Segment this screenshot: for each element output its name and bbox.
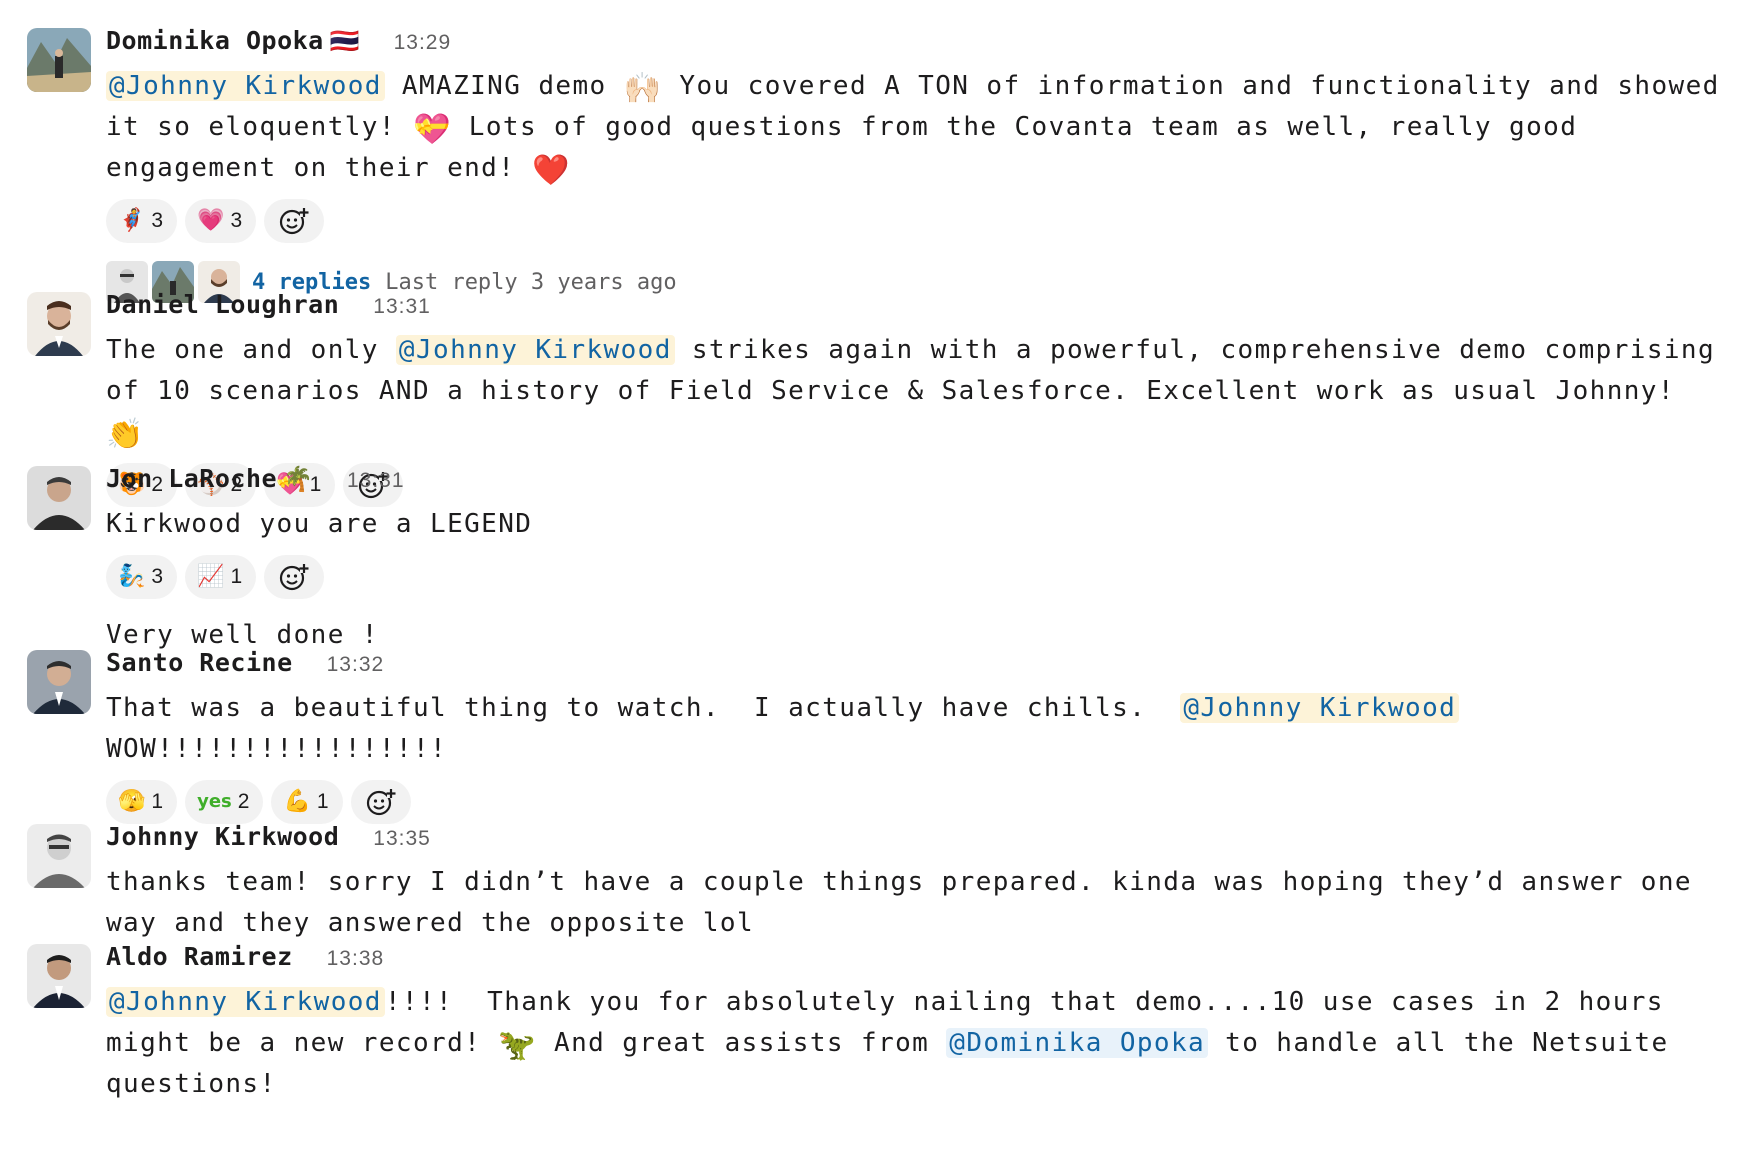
status-emoji-flag-icon: 🇹🇭 (329, 27, 360, 55)
author-name[interactable]: Aldo Ramirez (106, 942, 293, 971)
message-text: The one and only @Johnny Kirkwood strike… (106, 335, 1733, 452)
timestamp[interactable]: 13:29 (394, 31, 452, 55)
add-reaction-button[interactable] (264, 199, 325, 243)
superhero-emoji-icon: 🦸 (118, 208, 146, 233)
author-name[interactable]: Jon LaRoche (106, 464, 277, 493)
reaction-pill[interactable]: 🦸 3 (106, 199, 178, 243)
clapping-hands-emoji-icon: 👏 (106, 417, 145, 452)
reaction-pill[interactable]: 💪 1 (271, 780, 343, 824)
user-mention[interactable]: @Johnny Kirkwood (1180, 693, 1460, 723)
avatar[interactable] (27, 466, 91, 530)
add-emoji-icon (366, 789, 396, 816)
message-text: thanks team! sorry I didn’t have a coupl… (106, 867, 1710, 938)
status-emoji-palm-icon: 🌴 (283, 465, 313, 493)
reaction-pill[interactable]: 💗 3 (185, 199, 257, 243)
author-name[interactable]: Johnny Kirkwood (106, 822, 339, 851)
reaction-pill[interactable]: 🫣 1 (106, 780, 178, 824)
add-reaction-button[interactable] (350, 780, 411, 824)
add-emoji-icon (280, 564, 309, 591)
timestamp[interactable]: 13:31 (347, 469, 405, 493)
add-emoji-icon (280, 208, 309, 235)
message-text: Kirkwood you are a LEGEND (106, 509, 533, 539)
pink-heart-emoji-icon: 💗 (197, 208, 225, 233)
add-reaction-button[interactable] (264, 555, 325, 599)
heart-gift-emoji-icon: 💝 (412, 112, 452, 147)
message-text: @Johnny Kirkwood AMAZING demo 🙌🏻 You cov… (106, 71, 1737, 188)
reaction-pill[interactable]: yes 2 (185, 780, 264, 824)
avatar[interactable] (27, 650, 91, 714)
author-name[interactable]: Dominika Opoka (106, 26, 324, 55)
reaction-pill[interactable]: 🧞 3 (106, 555, 178, 599)
timestamp[interactable]: 13:35 (373, 827, 431, 851)
author-name[interactable]: Daniel Loughran (106, 290, 339, 319)
reactions-bar: 🫣 1 yes 2 💪 1 (106, 780, 1722, 824)
timestamp[interactable]: 13:31 (373, 295, 431, 319)
raised-hands-emoji-icon: 🙌🏻 (623, 71, 663, 106)
genie-emoji-icon: 🧞 (118, 564, 146, 589)
author-name[interactable]: Santo Recine (106, 648, 293, 677)
avatar[interactable] (27, 292, 91, 356)
reactions-bar: 🦸 3 💗 3 (106, 199, 1722, 243)
message-text: That was a beautiful thing to watch. I a… (106, 688, 1722, 770)
flexed-biceps-emoji-icon: 💪 (283, 789, 311, 814)
message-text: @Johnny Kirkwood!!!! Thank you for absol… (106, 987, 1686, 1099)
user-mention[interactable]: @Dominika Opoka (946, 1028, 1209, 1058)
user-mention[interactable]: @Johnny Kirkwood (395, 335, 675, 365)
yes-emoji-icon: yes (197, 791, 232, 812)
timestamp[interactable]: 13:32 (327, 653, 385, 677)
reactions-bar: 🧞 3 📈 1 (106, 555, 1722, 599)
timestamp[interactable]: 13:38 (327, 947, 385, 971)
user-mention[interactable]: @Johnny Kirkwood (106, 71, 385, 101)
peeking-face-emoji-icon: 🫣 (118, 789, 146, 814)
chart-increasing-emoji-icon: 📈 (197, 564, 225, 589)
avatar[interactable] (27, 28, 91, 92)
avatar[interactable] (27, 944, 91, 1008)
dinosaur-emoji-icon: 🦖 (498, 1028, 537, 1063)
avatar[interactable] (27, 824, 91, 888)
red-heart-emoji-icon: ❤️ (532, 153, 572, 188)
reaction-pill[interactable]: 📈 1 (185, 555, 257, 599)
user-mention[interactable]: @Johnny Kirkwood (106, 987, 385, 1017)
